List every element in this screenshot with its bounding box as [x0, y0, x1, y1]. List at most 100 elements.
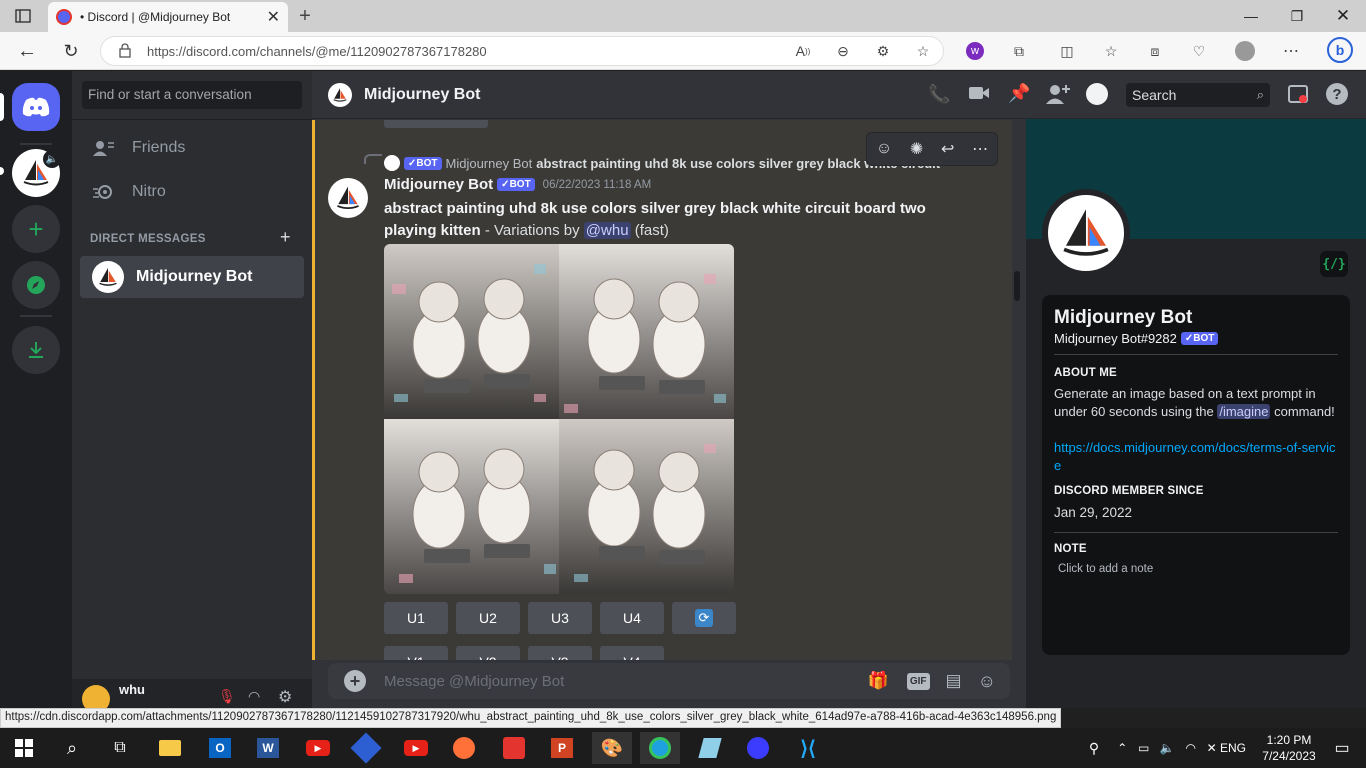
notification-center-icon[interactable]: ▭: [1322, 732, 1362, 764]
reply-icon[interactable]: ↩: [941, 139, 954, 159]
browser-tab[interactable]: • Discord | @Midjourney Bot ✕: [48, 2, 288, 32]
emoji-icon[interactable]: ☺: [978, 671, 996, 692]
developer-badge-icon[interactable]: {/}: [1320, 251, 1348, 277]
upscale-button-1[interactable]: U1: [384, 602, 448, 634]
variation-button-1[interactable]: V1: [384, 646, 448, 660]
add-reaction-icon[interactable]: ☺: [876, 140, 892, 158]
split-screen-icon[interactable]: ◫: [1056, 40, 1078, 62]
find-conversation-input[interactable]: Find or start a conversation: [82, 81, 302, 109]
tab-actions-icon[interactable]: [12, 5, 34, 27]
terms-link[interactable]: https://docs.midjourney.com/docs/terms-o…: [1054, 439, 1338, 475]
reply-bot-badge: ✓ BOT: [404, 156, 442, 170]
back-icon[interactable]: ←: [12, 36, 42, 66]
refresh-icon[interactable]: ↻: [56, 36, 86, 66]
direct-messages-home-icon[interactable]: [12, 83, 60, 131]
guild-divider-2: [20, 315, 52, 317]
extension-w-icon[interactable]: w: [964, 40, 986, 62]
reroll-button[interactable]: ⟳: [672, 602, 736, 634]
generated-image-grid[interactable]: [384, 244, 734, 594]
super-reaction-icon[interactable]: ✺: [910, 139, 923, 159]
powerpoint-icon[interactable]: P: [542, 732, 582, 764]
collections-icon[interactable]: ⧈: [1144, 40, 1166, 62]
youtube-icon[interactable]: ▶: [298, 732, 338, 764]
message-input[interactable]: Message @Midjourney Bot: [384, 673, 868, 690]
new-tab-icon[interactable]: +: [294, 5, 316, 27]
variation-button-2[interactable]: V2: [456, 646, 520, 660]
message-author-avatar[interactable]: [328, 178, 368, 218]
more-options-icon[interactable]: ⋯: [972, 139, 988, 159]
webex-icon[interactable]: [738, 732, 778, 764]
word-icon[interactable]: W: [248, 732, 288, 764]
url-field[interactable]: https://discord.com/channels/@me/1120902…: [100, 36, 944, 66]
sidebar-item-nitro[interactable]: Nitro: [80, 171, 304, 213]
gif-icon[interactable]: GIF: [906, 672, 930, 690]
sidebar-item-friends[interactable]: Friends: [80, 127, 304, 169]
vscode-icon[interactable]: ⟩⟨: [788, 732, 828, 764]
create-dm-plus-icon[interactable]: +: [280, 227, 291, 248]
profile-tag-row: Midjourney Bot#9282 ✓ BOT: [1054, 331, 1338, 346]
youtube-icon-2[interactable]: ▶: [396, 732, 436, 764]
inbox-icon[interactable]: [1288, 85, 1308, 103]
profile-avatar-icon[interactable]: [1234, 40, 1256, 62]
add-server-icon[interactable]: +: [12, 205, 60, 253]
outlook-icon[interactable]: O: [200, 732, 240, 764]
download-apps-icon[interactable]: [12, 326, 60, 374]
favorites-icon[interactable]: ☆: [1100, 40, 1122, 62]
user-mention[interactable]: @whu: [583, 222, 631, 239]
language-indicator[interactable]: ENG: [1220, 741, 1246, 755]
browser-tab-bar: • Discord | @Midjourney Bot ✕ + — ❐ ✕: [0, 0, 1366, 32]
clock[interactable]: 1:20 PM 7/24/2023: [1258, 732, 1320, 764]
performance-icon[interactable]: ♡: [1188, 40, 1210, 62]
app-blue-icon[interactable]: [346, 732, 386, 764]
read-aloud-icon[interactable]: A)): [792, 40, 814, 62]
paint-icon[interactable]: 🎨: [592, 732, 632, 764]
header-search-box[interactable]: Search ⌕: [1126, 83, 1270, 107]
task-view-icon[interactable]: ⧉: [100, 732, 140, 764]
more-menu-icon[interactable]: ⋯: [1280, 40, 1302, 62]
gift-icon[interactable]: 🎁: [868, 671, 889, 691]
start-icon[interactable]: [4, 732, 44, 764]
mute-mic-icon[interactable]: 🎙: [218, 688, 236, 705]
edge-icon[interactable]: [640, 732, 680, 764]
firefox-icon[interactable]: [444, 732, 484, 764]
extensions-icon[interactable]: ⧉: [1008, 40, 1030, 62]
imagine-command[interactable]: /imagine: [1217, 404, 1271, 419]
upscale-button-4[interactable]: U4: [600, 602, 664, 634]
upscale-button-3[interactable]: U3: [528, 602, 592, 634]
note-input[interactable]: Click to add a note: [1054, 563, 1338, 575]
file-explorer-icon[interactable]: [150, 732, 190, 764]
bing-copilot-icon[interactable]: b: [1326, 36, 1354, 64]
people-icon[interactable]: ⚲: [1074, 732, 1114, 764]
pinned-messages-icon[interactable]: 📌: [1008, 83, 1030, 104]
sticker-icon[interactable]: ▤: [946, 671, 962, 691]
chat-scrollbar[interactable]: [1014, 271, 1020, 301]
app-crystal-icon[interactable]: [690, 732, 730, 764]
restore-icon[interactable]: ❐: [1274, 0, 1320, 32]
hide-user-profile-icon[interactable]: [1086, 83, 1108, 105]
explore-servers-icon[interactable]: [12, 261, 60, 309]
headphones-icon[interactable]: ◠: [248, 688, 260, 705]
variation-button-4[interactable]: V4: [600, 646, 664, 660]
upscale-button-2[interactable]: U2: [456, 602, 520, 634]
zoom-out-icon[interactable]: ⊖: [832, 40, 854, 62]
close-window-icon[interactable]: ✕: [1320, 0, 1366, 32]
search-taskbar-icon[interactable]: ⌕: [52, 732, 92, 764]
tracking-prevention-icon[interactable]: ⚙: [872, 40, 894, 62]
add-friends-to-dm-icon[interactable]: [1046, 83, 1070, 105]
variation-button-3[interactable]: V3: [528, 646, 592, 660]
profile-avatar[interactable]: [1042, 189, 1130, 277]
user-settings-gear-icon[interactable]: ⚙: [278, 687, 292, 707]
attach-plus-icon[interactable]: +: [344, 670, 366, 692]
app-red-icon[interactable]: [494, 732, 534, 764]
close-tab-icon[interactable]: ✕: [267, 7, 280, 27]
reply-preview[interactable]: ✓ BOT Midjourney Bot abstract painting u…: [384, 154, 944, 172]
start-video-call-icon[interactable]: [968, 85, 990, 101]
system-tray-icons[interactable]: ⌃ ▭ 🔈 ◠ ✕: [1112, 732, 1222, 764]
minimize-icon[interactable]: —: [1228, 0, 1274, 32]
dm-item-midjourney-bot[interactable]: Midjourney Bot: [80, 256, 304, 298]
message-composer: + Message @Midjourney Bot 🎁 GIF ▤ ☺: [328, 663, 1010, 699]
favorite-star-icon[interactable]: ☆: [912, 40, 934, 62]
help-icon[interactable]: ?: [1326, 83, 1348, 105]
start-voice-call-icon[interactable]: 📞: [928, 84, 950, 105]
message-author[interactable]: Midjourney Bot: [384, 176, 493, 193]
